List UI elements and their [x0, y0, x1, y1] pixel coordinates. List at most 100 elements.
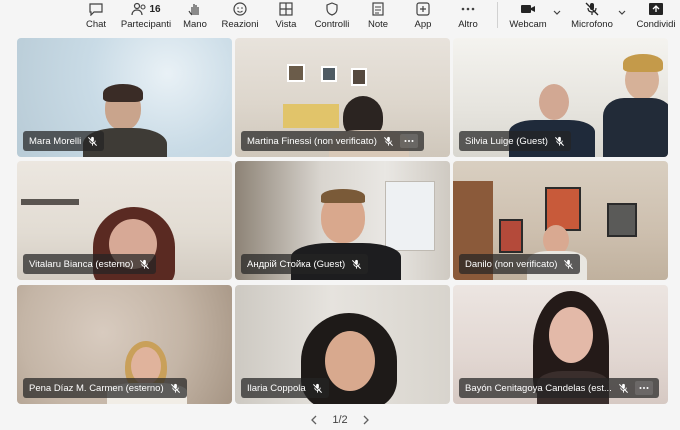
mic-off-icon: [87, 136, 98, 147]
mic-off-icon: [618, 383, 629, 394]
view-button[interactable]: Vista: [274, 0, 298, 34]
wall-shelf: [21, 199, 79, 205]
mic-off-icon: [139, 259, 150, 270]
participant-hair: [623, 54, 663, 72]
microphone-button[interactable]: Microfono: [570, 0, 614, 34]
chat-button[interactable]: Chat: [84, 0, 108, 34]
mic-off-icon: [383, 136, 394, 147]
video-tile[interactable]: Danilo (non verificato): [453, 161, 668, 280]
more-options-icon[interactable]: [399, 134, 418, 148]
webcam-chevron-down-icon[interactable]: [552, 8, 562, 18]
meeting-toolbar: Chat 16 Partecipanti Mano Reazioni Vista…: [0, 0, 680, 34]
participants-button[interactable]: 16 Partecipanti: [120, 0, 172, 34]
add-app-icon: [414, 2, 432, 16]
wall-poster: [545, 187, 581, 231]
webcam-button[interactable]: Webcam: [509, 0, 547, 34]
video-tile[interactable]: Silvia Luige (Guest): [453, 38, 668, 157]
share-label: Condividi: [636, 19, 676, 30]
notes-label: Note: [367, 19, 389, 30]
previous-page-icon[interactable]: [308, 414, 320, 426]
participant-head: [539, 84, 569, 120]
video-tile[interactable]: Ilaria Coppola: [235, 285, 450, 404]
participants-count: 16: [149, 3, 161, 15]
notes-button[interactable]: Note: [366, 0, 390, 34]
participant-name: Ilaria Coppola: [247, 382, 306, 394]
participant-name-tag: Martina Finessi (non verificato): [241, 131, 424, 151]
hand-icon: [186, 2, 204, 16]
controls-button[interactable]: Controlli: [314, 0, 350, 34]
notes-icon: [369, 2, 387, 16]
participants-label: Partecipanti: [120, 19, 172, 30]
participant-name-tag: Андрій Стойка (Guest): [241, 254, 369, 274]
mic-off-icon: [583, 2, 601, 16]
participant-name-tag: Ilaria Coppola: [241, 378, 329, 398]
share-button[interactable]: Condividi: [634, 0, 678, 34]
participant-name: Martina Finessi (non verificato): [247, 135, 377, 147]
wall-frame: [321, 66, 337, 82]
participant-name-tag: Bayón Cenitagoya Candelas (est...: [459, 378, 659, 398]
participant-name-tag: Pena Díaz M. Carmen (esterno): [23, 378, 187, 398]
participant-name-tag: Silvia Luige (Guest): [459, 131, 571, 151]
more-label: Altro: [458, 19, 478, 30]
grid-pager: 1/2: [0, 412, 680, 428]
more-button[interactable]: Altro: [456, 0, 480, 34]
raise-hand-label: Mano: [183, 19, 207, 30]
chat-label: Chat: [85, 19, 107, 30]
video-tile[interactable]: Martina Finessi (non verificato): [235, 38, 450, 157]
desk-object: [283, 104, 339, 128]
controls-label: Controlli: [314, 19, 350, 30]
share-up-icon: [647, 2, 665, 16]
more-options-icon[interactable]: [634, 381, 653, 395]
participant-name: Bayón Cenitagoya Candelas (est...: [465, 382, 612, 394]
participant-name: Vitalaru Bianca (esterno): [29, 258, 134, 270]
participant-name: Mara Morelli: [29, 135, 82, 147]
participant-name-tag: Vitalaru Bianca (esterno): [23, 254, 157, 274]
video-tile[interactable]: Vitalaru Bianca (esterno): [17, 161, 232, 280]
participant-name: Silvia Luige (Guest): [465, 135, 548, 147]
video-tile[interactable]: Pena Díaz M. Carmen (esterno): [17, 285, 232, 404]
participant-hair: [103, 84, 143, 102]
wall-frame: [351, 68, 367, 86]
participant-name: Андрій Стойка (Guest): [247, 258, 346, 270]
mic-off-icon: [170, 383, 181, 394]
reactions-label: Reazioni: [221, 19, 259, 30]
mic-off-icon: [563, 259, 574, 270]
microphone-label: Microfono: [571, 19, 613, 30]
participant-head: [549, 307, 593, 363]
next-page-icon[interactable]: [360, 414, 372, 426]
apps-label: App: [414, 19, 432, 30]
people-icon: 16: [128, 2, 164, 16]
video-tile[interactable]: Mara Morelli: [17, 38, 232, 157]
mic-off-icon: [351, 259, 362, 270]
apps-button[interactable]: App: [412, 0, 434, 34]
chat-icon: [87, 2, 105, 16]
reactions-button[interactable]: Reazioni: [222, 0, 258, 34]
camera-icon: [519, 2, 537, 16]
mic-off-icon: [554, 136, 565, 147]
shield-icon: [323, 2, 341, 16]
mic-off-icon: [312, 383, 323, 394]
video-tile[interactable]: Bayón Cenitagoya Candelas (est...: [453, 285, 668, 404]
participant-name: Pena Díaz M. Carmen (esterno): [29, 382, 164, 394]
participant-body: [603, 98, 668, 157]
video-tile[interactable]: Андрій Стойка (Guest): [235, 161, 450, 280]
video-grid: Mara Morelli Martina Finessi (non verifi…: [17, 38, 669, 404]
wall-poster: [499, 219, 523, 253]
toolbar-separator: [497, 2, 498, 28]
participant-hair: [321, 189, 365, 203]
grid-icon: [277, 2, 295, 16]
wall-frame: [287, 64, 305, 82]
participant-head: [325, 331, 375, 391]
window: [385, 181, 435, 251]
wall-poster: [607, 203, 637, 237]
smiley-icon: [231, 2, 249, 16]
webcam-label: Webcam: [509, 19, 547, 30]
mic-chevron-down-icon[interactable]: [617, 8, 627, 18]
participant-name-tag: Danilo (non verificato): [459, 254, 581, 274]
page-indicator: 1/2: [332, 414, 348, 426]
view-label: Vista: [275, 19, 297, 30]
more-horizontal-icon: [459, 2, 477, 16]
raise-hand-button[interactable]: Mano: [182, 0, 208, 34]
participant-name-tag: Mara Morelli: [23, 131, 105, 151]
participant-name: Danilo (non verificato): [465, 258, 558, 270]
